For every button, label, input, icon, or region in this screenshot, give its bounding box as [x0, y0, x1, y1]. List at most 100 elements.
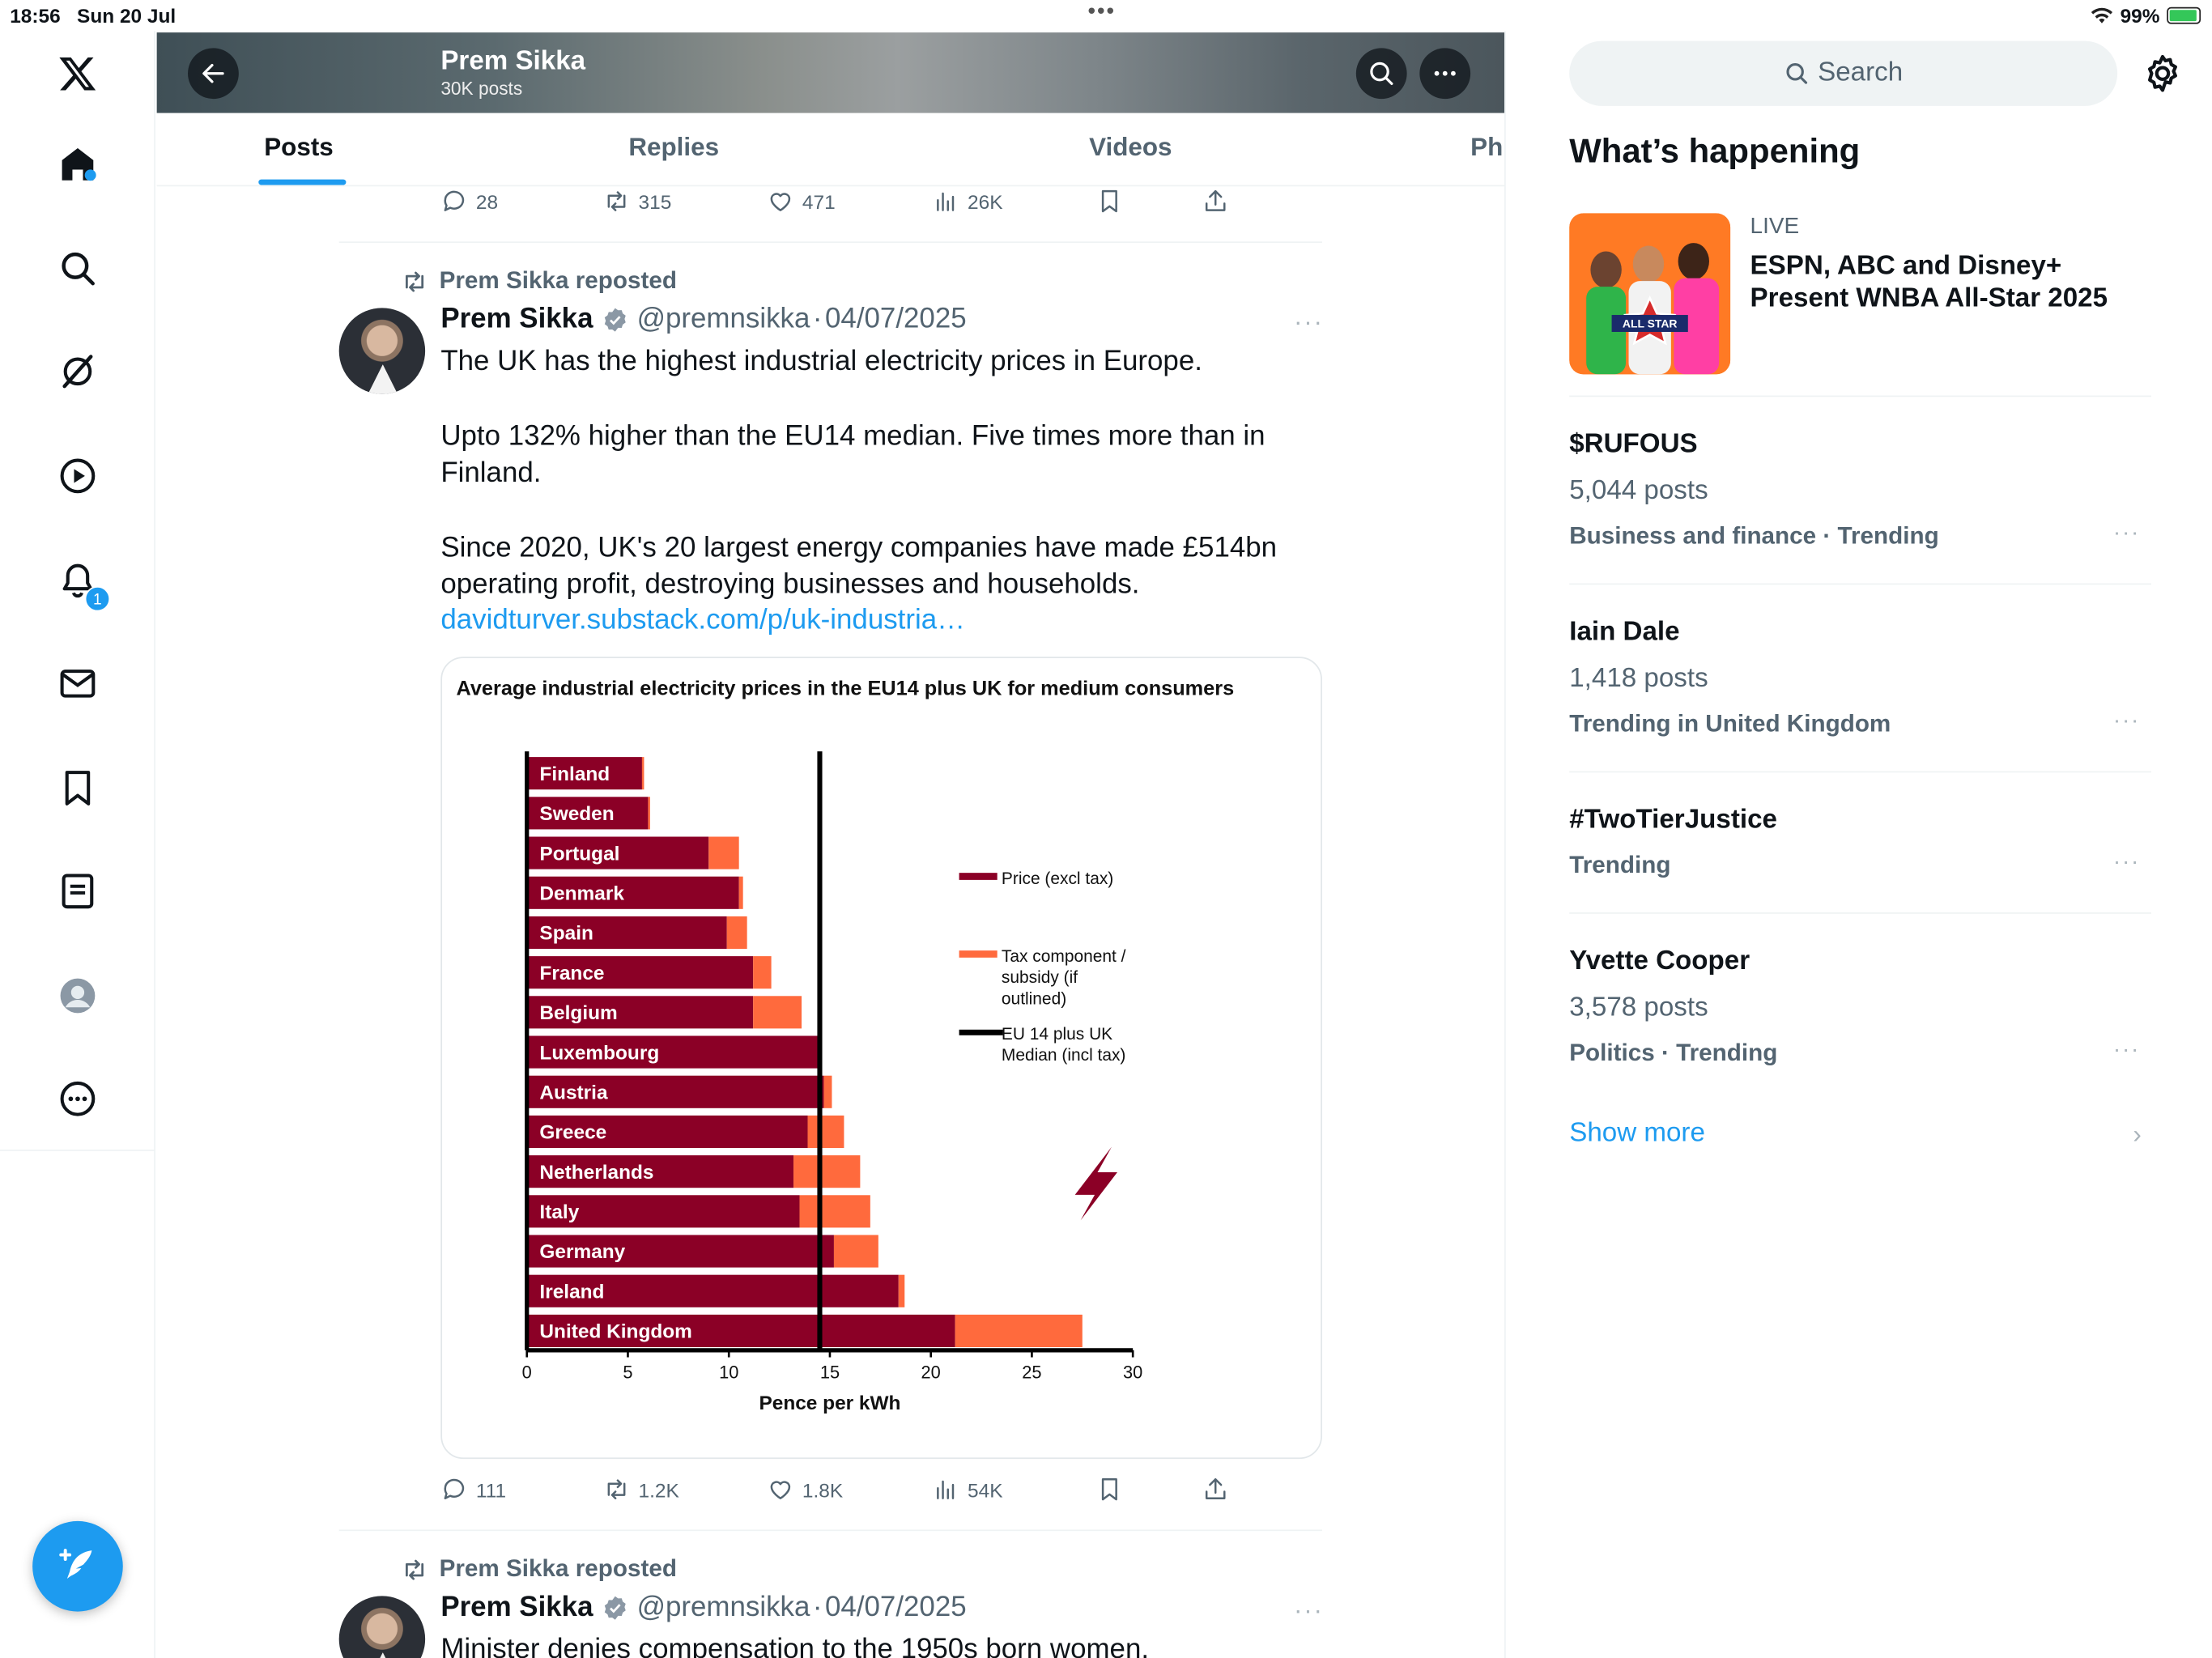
views-chart-icon — [937, 1480, 955, 1499]
heart-icon — [770, 1481, 791, 1499]
tab-replies[interactable]: Replies — [628, 133, 719, 163]
bar-tax — [823, 1075, 832, 1108]
nav-divider — [0, 1150, 155, 1151]
author-name[interactable]: Prem Sikka — [440, 1592, 593, 1624]
bar-category-label: Portugal — [539, 843, 619, 865]
bar-tax — [641, 757, 644, 790]
trend-more-button[interactable]: ··· — [2113, 1038, 2140, 1063]
battery-percent: 99% — [2120, 4, 2160, 28]
more-circle-icon[interactable] — [53, 1073, 104, 1124]
search-icon[interactable] — [53, 243, 104, 294]
author-handle[interactable]: @premnsikka — [637, 304, 810, 336]
show-more-link[interactable]: Show more — [1569, 1119, 1705, 1150]
bar-category-label: France — [539, 963, 604, 984]
bookmark-button[interactable] — [1096, 188, 1123, 215]
trend-title[interactable]: Iain Dale — [1569, 617, 1679, 648]
bar-tax — [807, 1115, 844, 1149]
post-more-button[interactable]: ··· — [1294, 1596, 1324, 1626]
trend-post-count: 1,418 posts — [1569, 663, 1708, 694]
reply-button[interactable]: 111 — [440, 1476, 506, 1503]
post-divider — [338, 1529, 1322, 1532]
arrow-left-icon — [202, 63, 224, 83]
legend-label-tax: outlined) — [1002, 989, 1066, 1008]
trend-title[interactable]: #TwoTierJustice — [1569, 805, 1777, 835]
separator: · — [812, 1592, 823, 1623]
avatar[interactable] — [338, 1596, 426, 1658]
grok-icon[interactable] — [53, 346, 104, 397]
video-play-icon[interactable] — [53, 451, 104, 502]
x-tick-label: 30 — [1123, 1363, 1142, 1383]
trend-divider — [1569, 583, 2152, 585]
x-logo-icon[interactable] — [53, 48, 104, 99]
profile-search-button[interactable] — [1355, 48, 1407, 100]
like-button[interactable]: 471 — [767, 188, 836, 215]
live-event-title[interactable]: ESPN, ABC and Disney+ Present WNBA All-S… — [1750, 250, 2160, 315]
post-date[interactable]: 04/07/2025 — [825, 1592, 967, 1624]
tab-photos[interactable]: Ph — [1470, 133, 1503, 163]
legend-label-tax: Tax component / — [1002, 947, 1126, 966]
views-button[interactable]: 54K — [932, 1476, 1003, 1503]
verified-badge-icon — [604, 308, 626, 332]
repost-button[interactable]: 315 — [603, 188, 671, 215]
post-link[interactable]: davidturver.substack.com/p/uk-industria… — [440, 605, 965, 637]
bar-chart-svg: Finland Sweden Portugal Denmark Spain France B… — [522, 751, 1142, 1414]
post-image-card[interactable]: Average industrial electricity prices in… — [440, 657, 1322, 1460]
wnba-all-star-image: ALL STAR — [1569, 213, 1731, 375]
status-time: 18:56 Sun 20 Jul — [10, 4, 177, 28]
bar-tax — [708, 836, 739, 869]
x-tick-label: 10 — [719, 1363, 738, 1383]
repost-count: 1.2K — [638, 1477, 679, 1501]
repost-button[interactable]: 1.2K — [603, 1476, 679, 1503]
bar-category-label: Germany — [539, 1241, 625, 1263]
status-right: 99% — [2091, 4, 2201, 27]
trend-title[interactable]: Yvette Cooper — [1569, 946, 1750, 977]
compose-post-button[interactable] — [32, 1520, 123, 1612]
home-icon[interactable] — [53, 138, 104, 189]
multitask-dots[interactable]: ••• — [1087, 0, 1116, 25]
trend-more-button[interactable]: ··· — [2113, 709, 2140, 734]
tab-videos[interactable]: Videos — [1089, 133, 1172, 163]
profile-avatar-icon[interactable] — [53, 971, 104, 1022]
post-text-line: Upto 132% higher than the EU14 median. F… — [440, 420, 1266, 453]
view-count: 26K — [968, 189, 1003, 213]
profile-post-count: 30K posts — [440, 77, 523, 100]
views-button[interactable]: 26K — [932, 188, 1003, 215]
share-button[interactable] — [1202, 1476, 1229, 1503]
search-input[interactable]: Search — [1569, 40, 2118, 106]
author-name[interactable]: Prem Sikka — [440, 304, 593, 336]
trend-more-button[interactable]: ··· — [2113, 521, 2140, 546]
like-button[interactable]: 1.8K — [767, 1476, 843, 1503]
bookmark-icon[interactable] — [53, 763, 104, 814]
bar-tax — [753, 996, 802, 1029]
post-date[interactable]: 04/07/2025 — [825, 304, 967, 336]
x-tick-label: 25 — [1022, 1363, 1041, 1383]
post-text-line: Finland. — [440, 457, 542, 489]
trend-title[interactable]: $RUFOUS — [1569, 429, 1697, 460]
status-bar: 18:56 Sun 20 Jul ••• 99% — [0, 0, 2212, 31]
reply-icon — [444, 190, 465, 211]
views-chart-icon — [937, 192, 955, 211]
reply-button[interactable]: 28 — [440, 188, 498, 215]
trend-more-button[interactable]: ··· — [2113, 850, 2140, 875]
bar-tax — [898, 1274, 905, 1307]
bookmark-button[interactable] — [1096, 1476, 1123, 1503]
author-handle[interactable]: @premnsikka — [637, 1592, 810, 1624]
lists-icon[interactable] — [53, 865, 104, 916]
back-button[interactable] — [188, 48, 239, 100]
settings-button[interactable] — [2142, 53, 2184, 95]
chart: Finland Sweden Portugal Denmark Spain France B… — [442, 658, 1321, 1457]
live-event-thumbnail[interactable]: ALL STAR — [1569, 213, 1731, 375]
post-text-line: The UK has the highest industrial electr… — [440, 346, 1202, 377]
view-count: 54K — [968, 1477, 1003, 1501]
profile-more-button[interactable] — [1419, 48, 1471, 100]
share-icon — [1205, 189, 1226, 211]
repost-count: 315 — [638, 189, 672, 213]
trend-divider — [1569, 912, 2152, 914]
repost-label-text: Prem Sikka reposted — [439, 1554, 678, 1582]
post-more-button[interactable]: ··· — [1294, 308, 1324, 338]
avatar[interactable] — [338, 308, 426, 394]
share-button[interactable] — [1202, 188, 1229, 215]
tab-posts[interactable]: Posts — [264, 133, 334, 163]
mail-icon[interactable] — [53, 658, 104, 709]
legend-swatch-median — [959, 1029, 1003, 1035]
